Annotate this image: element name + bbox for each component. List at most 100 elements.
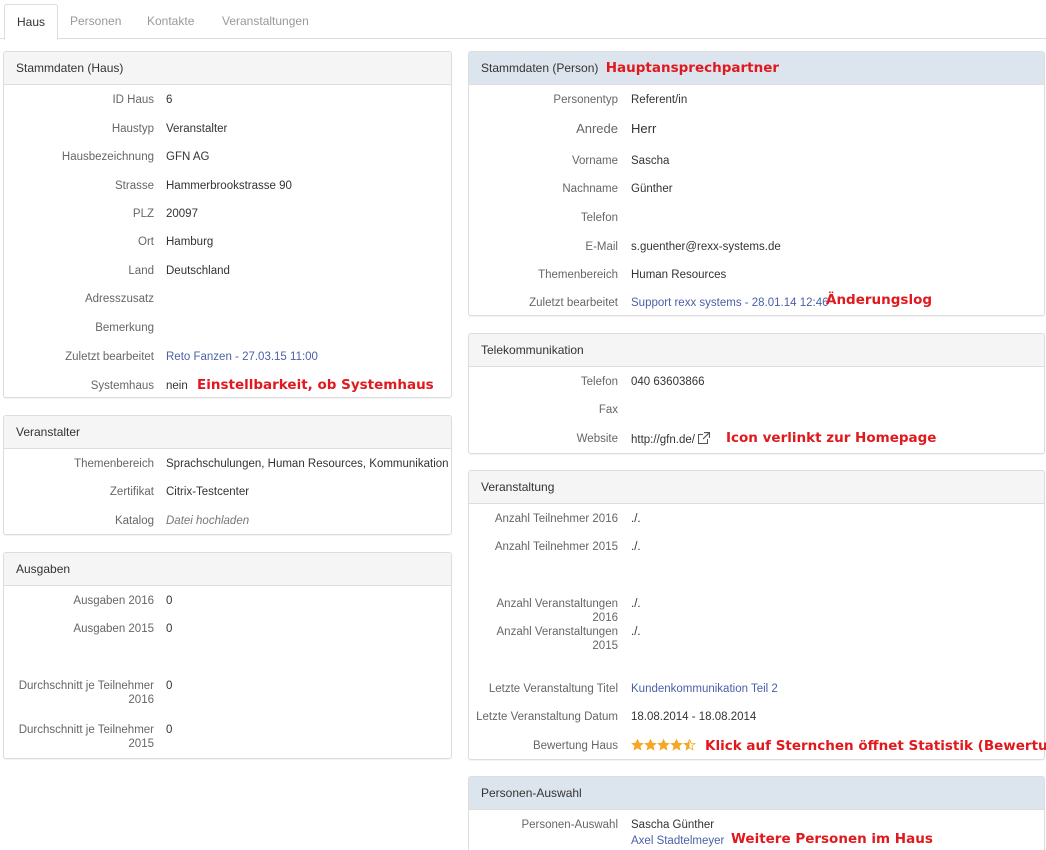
- last-edited-link[interactable]: Support rexx systems - 28.01.14 12:46: [631, 296, 829, 310]
- field-label: Letzte Veranstaltung Datum: [476, 711, 618, 723]
- field-label: Ausgaben 2015: [73, 623, 154, 635]
- field-value: 0: [166, 623, 173, 635]
- tab-veranstaltungen[interactable]: Veranstaltungen: [210, 4, 321, 39]
- field-value: ./.: [631, 513, 641, 525]
- star-icon[interactable]: [631, 739, 644, 751]
- field-label: Themenbereich: [538, 269, 618, 281]
- field-label: Ausgaben 2016: [73, 595, 154, 607]
- field-label: Letzte Veranstaltung Titel: [488, 683, 618, 695]
- field-value: ./.: [631, 626, 641, 638]
- tab-haus[interactable]: Haus: [4, 4, 59, 40]
- field-value: Herr: [631, 121, 657, 136]
- field-label: Zuletzt bearbeitet: [529, 297, 618, 309]
- field-value: Hamburg: [166, 236, 214, 248]
- field-label: Adresszusatz: [84, 293, 154, 305]
- field-value: Human Resources: [631, 269, 727, 281]
- field-value: 20097: [166, 208, 198, 220]
- website-value: http://gfn.de/: [631, 432, 710, 447]
- field-value: Sascha: [631, 155, 670, 167]
- field-value: Citrix-Testcenter: [166, 486, 250, 498]
- field-value: Deutschland: [166, 265, 230, 277]
- panel-title: Ausgaben: [4, 553, 451, 586]
- field-value: ./.: [631, 541, 641, 553]
- field-value: ./.: [631, 598, 641, 610]
- external-link-icon[interactable]: [697, 432, 710, 444]
- field-label: Personen-Auswahl: [521, 819, 618, 831]
- star-icon[interactable]: [670, 739, 683, 751]
- field-label: E-Mail: [585, 241, 618, 253]
- field-label: Personentyp: [553, 94, 618, 106]
- field-value: 0: [166, 724, 173, 736]
- field-label: Ort: [138, 236, 154, 248]
- last-edited-link[interactable]: Reto Fanzen - 27.03.15 11:00: [166, 350, 318, 364]
- panel-veranstaltung: Veranstaltung Anzahl Teilnehmer 2016 ./.…: [468, 470, 1045, 760]
- field-label: Anzahl Teilnehmer 2015: [494, 541, 618, 553]
- field-label: ID Haus: [112, 94, 154, 106]
- label-line: Durchschnitt je Teilnehmer: [18, 724, 154, 736]
- panel-ausgaben: Ausgaben Ausgaben 2016 0 Ausgaben 2015 0…: [3, 552, 452, 759]
- field-label: Systemhaus: [90, 380, 154, 392]
- field-label: Anzahl Teilnehmer 2016: [494, 513, 618, 525]
- field-label: Anrede: [576, 121, 618, 136]
- field-label: Bemerkung: [95, 322, 154, 334]
- panel-stammdaten-haus: Stammdaten (Haus) ID Haus 6 Haustyp Vera…: [3, 51, 452, 398]
- tab-kontakte[interactable]: Kontakte: [135, 4, 206, 39]
- panel-title: Stammdaten (Haus): [4, 52, 451, 85]
- annotation-systemhaus: Einstellbarkeit, ob Systemhaus: [197, 377, 434, 393]
- field-label: Bewertung Haus: [532, 740, 618, 752]
- annotation-homepage: Icon verlinkt zur Homepage: [726, 430, 937, 446]
- field-label: Vorname: [571, 155, 618, 167]
- upload-file-link[interactable]: Datei hochladen: [166, 514, 249, 528]
- last-event-link[interactable]: Kundenkommunikation Teil 2: [631, 682, 778, 696]
- panel-title: Veranstalter: [4, 416, 451, 449]
- field-value: 0: [166, 680, 173, 692]
- email-value[interactable]: s.guenther@rexx-systems.de: [631, 240, 781, 254]
- field-label: Anzahl Veranstaltungen 2016: [496, 598, 618, 624]
- field-label: Nachname: [562, 183, 618, 195]
- person-item-primary[interactable]: Sascha Günther: [631, 818, 714, 832]
- label-line: 2016: [128, 694, 154, 706]
- rating-stars[interactable]: [631, 739, 696, 755]
- field-label: Anzahl Veranstaltungen 2015: [496, 626, 618, 652]
- website-url: http://gfn.de/: [631, 434, 695, 446]
- panel-title: Veranstaltung: [469, 471, 1044, 504]
- star-icon[interactable]: [644, 739, 657, 751]
- field-value: Referent/in: [631, 94, 688, 106]
- field-label: Zertifikat: [109, 486, 154, 498]
- field-value: 6: [166, 94, 173, 106]
- field-value: GFN AG: [166, 151, 210, 163]
- annotation-bewertung: Klick auf Sternchen öffnet Statistik (Be…: [705, 738, 1046, 754]
- annotation-hauptansprechpartner: Hauptansprechpartner: [605, 60, 780, 76]
- panel-title-text: Stammdaten (Person): [481, 61, 599, 75]
- field-label: Durchschnitt je Teilnehmer 2016: [4, 679, 154, 707]
- field-value: 18.08.2014 - 18.08.2014: [631, 711, 757, 723]
- field-label: Telefon: [580, 376, 618, 388]
- panel-stammdaten-person: Stammdaten (Person) Hauptansprechpartner…: [468, 51, 1045, 316]
- field-label: Durchschnitt je Teilnehmer 2015: [4, 723, 154, 751]
- label-line: 2015: [128, 738, 154, 750]
- field-label: Zuletzt bearbeitet: [65, 351, 154, 363]
- field-value: 0: [166, 595, 173, 607]
- star-rating[interactable]: [631, 739, 696, 755]
- field-label: PLZ: [132, 208, 154, 220]
- field-label: Haustyp: [111, 123, 154, 135]
- annotation-aenderungslog: Änderungslog: [826, 292, 933, 308]
- field-value: Veranstalter: [166, 123, 228, 135]
- systemhaus-value[interactable]: nein: [166, 379, 188, 393]
- field-value: Günther: [631, 183, 673, 195]
- field-label: Hausbezeichnung: [61, 151, 154, 163]
- field-label: Website: [576, 433, 618, 445]
- field-label: Katalog: [114, 515, 154, 527]
- tab-personen[interactable]: Personen: [58, 4, 133, 39]
- field-label: Land: [128, 265, 154, 277]
- annotation-weitere-personen: Weitere Personen im Haus: [731, 831, 933, 847]
- panel-title: Stammdaten (Person) Hauptansprechpartner: [469, 52, 1044, 85]
- panel-title: Telekommunikation: [469, 334, 1044, 367]
- field-value: Hammerbrookstrasse 90: [166, 180, 292, 192]
- panel-veranstalter: Veranstalter Themenbereich Sprachschulun…: [3, 415, 452, 535]
- panel-title: Personen-Auswahl: [469, 777, 1044, 810]
- person-item-link[interactable]: Axel Stadtelmeyer: [631, 834, 724, 848]
- star-icon[interactable]: [657, 739, 670, 751]
- tab-bar: Haus Personen Kontakte Veranstaltungen: [0, 0, 1046, 40]
- star-icon[interactable]: [683, 739, 696, 751]
